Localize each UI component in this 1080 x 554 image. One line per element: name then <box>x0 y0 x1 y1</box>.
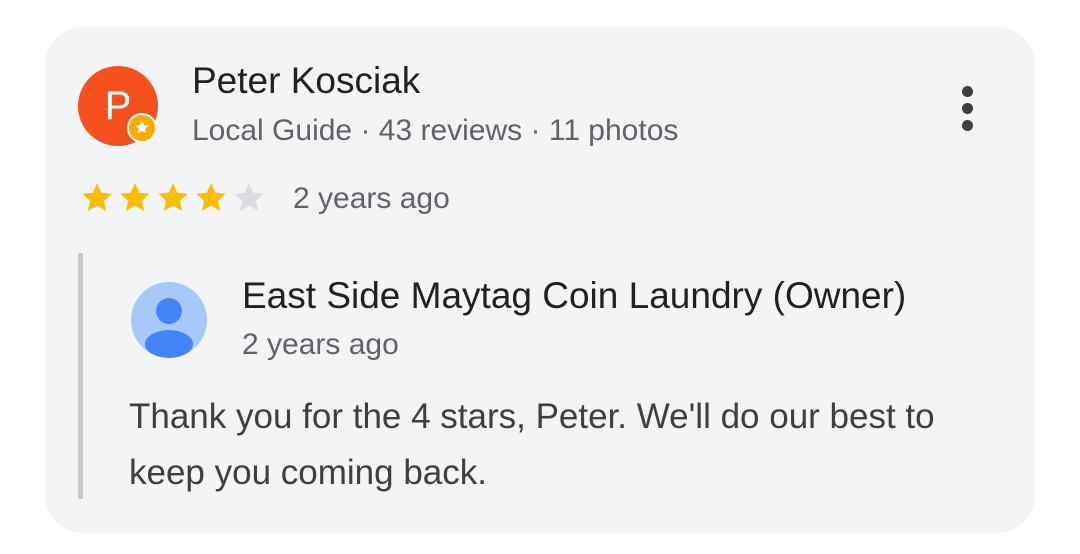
star-filled-icon <box>120 183 150 212</box>
owner-reply-time: 2 years ago <box>242 328 399 361</box>
review-time: 2 years ago <box>293 182 450 215</box>
more-vert-icon <box>961 85 973 97</box>
star-empty-icon <box>234 183 264 212</box>
local-guide-badge-icon <box>127 113 157 143</box>
reply-divider <box>78 253 83 499</box>
star-rating <box>79 180 267 216</box>
star-filled-icon <box>196 183 226 212</box>
person-icon <box>145 298 193 358</box>
owner-avatar <box>131 282 207 358</box>
more-options-button[interactable] <box>946 78 988 138</box>
star-filled-icon <box>158 183 188 212</box>
owner-name: East Side Maytag Coin Laundry (Owner) <box>242 275 907 316</box>
reviewer-meta: Local Guide · 43 reviews · 11 photos <box>192 114 679 147</box>
owner-reply-text: Thank you for the 4 stars, Peter. We'll … <box>129 397 935 492</box>
reviewer-name[interactable]: Peter Kosciak <box>192 60 420 102</box>
star-filled-icon <box>82 183 112 212</box>
